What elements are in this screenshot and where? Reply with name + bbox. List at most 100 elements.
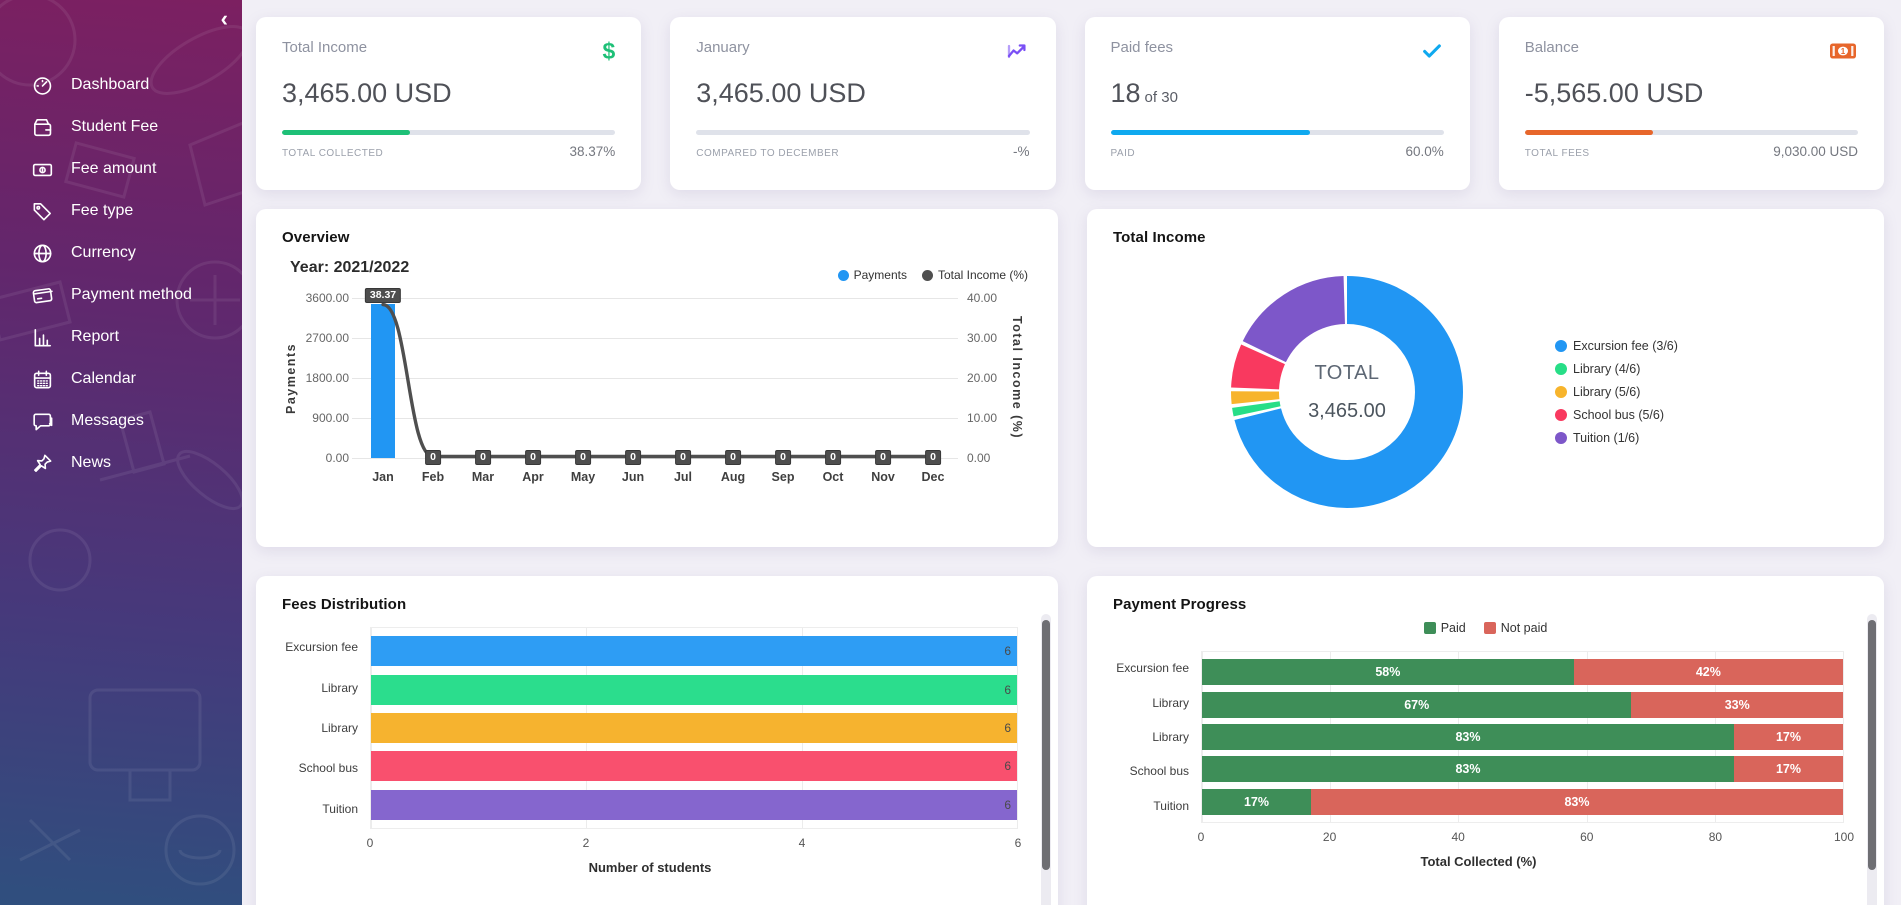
legend-label: Paid (1441, 621, 1466, 635)
bar-value-label: 6 (1004, 798, 1011, 812)
fees-distribution-card: Fees Distribution Excursion feeLibraryLi… (256, 576, 1058, 905)
axis-tick: 900.00 (312, 411, 349, 425)
x-tick-apr: Apr (508, 470, 558, 484)
sidebar-item-fee-amount[interactable]: Fee amount (0, 148, 242, 190)
legend-item-library-4-6-[interactable]: Library (4/6) (1555, 362, 1678, 376)
check-icon (1420, 39, 1444, 63)
x-tick: 0 (367, 836, 374, 850)
data-label-feb: 0 (425, 450, 441, 465)
sidebar-item-label: Calendar (71, 370, 136, 388)
tag-icon (30, 199, 54, 223)
payment-card-scrollbar (1867, 614, 1877, 905)
sidebar-item-student-fee[interactable]: Student Fee (0, 106, 242, 148)
calendar-icon (30, 367, 54, 391)
x-tick: 0 (1198, 830, 1205, 844)
stat-card-balance: Balance1-5,565.00 USDTOTAL FEES9,030.00 … (1499, 17, 1884, 190)
category-label: Library (1113, 696, 1189, 710)
stat-card-progressbar (696, 130, 1029, 135)
bar-value-label: 6 (1004, 644, 1011, 658)
payment-progress-chart: Excursion feeLibraryLibrarySchool busTui… (1113, 651, 1858, 869)
x-tick-sep: Sep (758, 470, 808, 484)
dollar-icon: $ (602, 39, 615, 63)
stat-card-footer-label: TOTAL FEES (1525, 148, 1590, 159)
sidebar-item-payment-method[interactable]: Payment method (0, 274, 242, 316)
legend-item-paid[interactable]: Paid (1424, 621, 1466, 635)
data-label-jan: 38.37 (365, 288, 401, 303)
wallet-icon (30, 115, 54, 139)
sidebar-item-dashboard[interactable]: Dashboard (0, 64, 242, 106)
sidebar-item-news[interactable]: News (0, 442, 242, 484)
sidebar-item-label: News (71, 454, 111, 472)
axis-tick: 10.00 (967, 411, 997, 425)
payment-progress-legend: Paid Not paid (1113, 621, 1858, 635)
category-label: Excursion fee (1113, 661, 1189, 675)
pushpin-icon (30, 451, 54, 475)
overview-chart-title: Year: 2021/2022 (290, 259, 409, 277)
sidebar-collapse-button[interactable]: ‹ (221, 8, 228, 30)
progress-category-axis: Excursion feeLibraryLibrarySchool busTui… (1113, 651, 1201, 823)
category-label: Library (282, 721, 358, 735)
stat-card-value: 3,465.00 USD (696, 78, 1029, 109)
legend-item-tuition-1-6-[interactable]: Tuition (1/6) (1555, 431, 1678, 445)
sidebar-item-report[interactable]: Report (0, 316, 242, 358)
fees-distribution-card-title: Fees Distribution (282, 596, 1032, 613)
fees-bar-library-1: 6 (371, 675, 1017, 705)
payment-card-scrollbar-thumb[interactable] (1868, 620, 1876, 870)
progress-plot-area: 58%42%67%33%83%17%83%17%17%83% (1201, 651, 1844, 823)
legend-dot (1555, 409, 1567, 421)
x-tick: 2 (583, 836, 590, 850)
fees-x-axis: 0246 (370, 836, 1018, 851)
sidebar-item-calendar[interactable]: Calendar (0, 358, 242, 400)
legend-item-total-income-[interactable]: Total Income (%) (922, 268, 1028, 282)
legend-dot (838, 270, 849, 281)
banknote-icon (30, 157, 54, 181)
sidebar-item-fee-type[interactable]: Fee type (0, 190, 242, 232)
sidebar-item-currency[interactable]: Currency (0, 232, 242, 274)
stat-card-progress-fill (282, 130, 410, 135)
overview-legend: Payments Total Income (%) (838, 268, 1028, 282)
legend-item-school-bus-5-6-[interactable]: School bus (5/6) (1555, 408, 1678, 422)
stat-card-label: Total Income (282, 39, 367, 56)
data-label-oct: 0 (825, 450, 841, 465)
total-income-card-title: Total Income (1113, 229, 1858, 246)
x-tick: 6 (1015, 836, 1022, 850)
legend-dot (1555, 432, 1567, 444)
data-label-mar: 0 (475, 450, 491, 465)
legend-label: Excursion fee (3/6) (1573, 339, 1678, 353)
banknote-filled-icon: 1 (1828, 39, 1858, 63)
data-label-jun: 0 (625, 450, 641, 465)
legend-dot (1555, 340, 1567, 352)
sidebar-item-messages[interactable]: Messages (0, 400, 242, 442)
overview-left-axis-title: Payments (282, 298, 300, 458)
category-label: Tuition (1113, 799, 1189, 813)
main-content: Total Income $3,465.00 USD TOTAL COLLECTED… (242, 0, 1901, 905)
fees-card-scrollbar-thumb[interactable] (1042, 620, 1050, 870)
stat-card-footer-value: 60.0% (1405, 144, 1443, 159)
sidebar-item-label: Fee type (71, 202, 133, 220)
legend-dot (1555, 363, 1567, 375)
legend-item-excursion-fee-3-6-[interactable]: Excursion fee (3/6) (1555, 339, 1678, 353)
stats-row: Total Income $3,465.00 USD TOTAL COLLECTED… (256, 17, 1884, 190)
segment-paid: 83% (1202, 756, 1734, 782)
fees-category-axis: Excursion feeLibraryLibrarySchool busTui… (282, 627, 370, 829)
segment-label: 17% (1244, 795, 1269, 809)
stat-card-value: 18of 30 (1111, 78, 1444, 109)
category-label: Library (1113, 730, 1189, 744)
legend-swatch (1484, 622, 1496, 634)
axis-tick: 2700.00 (306, 331, 349, 345)
bar-chart-icon (30, 325, 54, 349)
legend-item-payments[interactable]: Payments (838, 268, 907, 282)
stat-card-footer-label: TOTAL COLLECTED (282, 148, 383, 159)
dashboard-icon (30, 73, 54, 97)
segment-label: 67% (1404, 698, 1429, 712)
segment-label: 83% (1455, 730, 1480, 744)
legend-item-library-5-6-[interactable]: Library (5/6) (1555, 385, 1678, 399)
stat-card-progressbar (1525, 130, 1858, 135)
segment-label: 17% (1776, 730, 1801, 744)
overview-combo-chart: Payments3600.002700.001800.00900.000.003… (282, 298, 1032, 484)
fees-bar-school-bus-3: 6 (371, 751, 1017, 781)
sidebar-item-label: Dashboard (71, 76, 149, 94)
stat-card-footer-value: -% (1013, 144, 1030, 159)
legend-item-not-paid[interactable]: Not paid (1484, 621, 1548, 635)
stat-card-total-income: Total Income$3,465.00 USDTOTAL COLLECTED… (256, 17, 641, 190)
